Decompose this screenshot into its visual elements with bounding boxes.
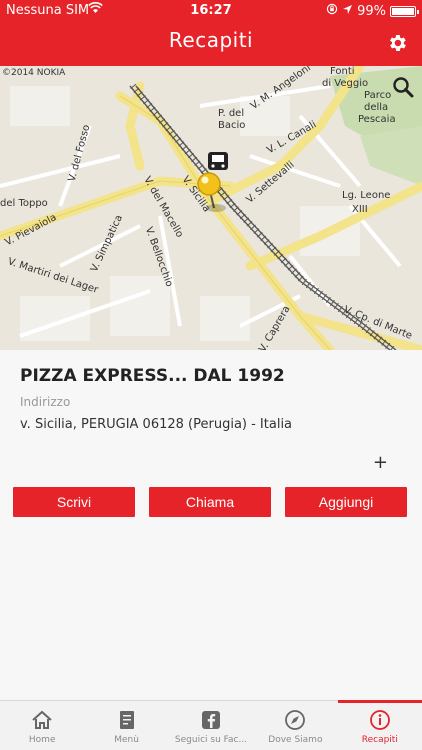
contact-section: PIZZA EXPRESS... DAL 1992 Indirizzo v. S… bbox=[0, 350, 422, 700]
home-icon bbox=[31, 709, 53, 731]
expand-plus-icon[interactable]: + bbox=[373, 452, 388, 473]
address-label: Indirizzo bbox=[20, 395, 71, 409]
map-label: P. del bbox=[218, 108, 245, 119]
tab-location[interactable]: Dove Siamo bbox=[253, 701, 337, 750]
address-text: v. Sicilia, PERUGIA 06128 (Perugia) - It… bbox=[20, 417, 293, 432]
map-copyright: ©2014 NOKIA bbox=[2, 68, 66, 78]
compass-icon bbox=[284, 709, 306, 731]
tab-facebook[interactable]: Seguici su Fac... bbox=[169, 701, 253, 750]
tab-home[interactable]: Home bbox=[0, 701, 84, 750]
menu-book-icon bbox=[116, 709, 138, 731]
tab-menu[interactable]: Menù bbox=[84, 701, 168, 750]
business-name: PIZZA EXPRESS... DAL 1992 bbox=[20, 366, 285, 386]
map-label: della bbox=[364, 102, 389, 113]
status-right: 99% bbox=[326, 3, 419, 19]
map-label: Lg. Leone bbox=[342, 190, 391, 201]
gear-icon[interactable] bbox=[386, 32, 408, 54]
page-title: Recapiti bbox=[168, 28, 254, 52]
tab-label: Home bbox=[28, 735, 56, 745]
write-button[interactable]: Scrivi bbox=[13, 487, 135, 517]
info-icon bbox=[369, 709, 391, 731]
tab-label: Recapiti bbox=[361, 735, 398, 745]
location-arrow-icon bbox=[342, 4, 353, 19]
rotation-lock-icon bbox=[326, 3, 338, 19]
battery-percent: 99% bbox=[357, 3, 386, 19]
battery-icon bbox=[390, 5, 419, 17]
call-button[interactable]: Chiama bbox=[149, 487, 271, 517]
app-screen: Nessuna SIM 16:27 99% Recapiti ©2014 NOK… bbox=[0, 0, 422, 750]
location-map[interactable]: ©2014 NOKIA Fonti di Veggio Parco della … bbox=[0, 66, 422, 350]
tab-bar: Home Menù Seguici su Fac... Dove Siamo R… bbox=[0, 700, 422, 750]
map-label: del Toppo bbox=[0, 198, 48, 209]
status-bar: Nessuna SIM 16:27 99% bbox=[0, 0, 422, 22]
top-bar: Nessuna SIM 16:27 99% Recapiti bbox=[0, 0, 422, 66]
tab-label: Dove Siamo bbox=[268, 735, 323, 745]
tab-label: Menù bbox=[114, 735, 139, 745]
facebook-icon bbox=[200, 709, 222, 731]
tab-contacts[interactable]: Recapiti bbox=[337, 700, 422, 750]
map-label: Parco bbox=[364, 90, 392, 101]
map-label: XIII bbox=[352, 204, 368, 215]
map-label: di Veggio bbox=[322, 78, 369, 89]
tab-label: Seguici su Fac... bbox=[174, 735, 248, 745]
zoom-icon[interactable] bbox=[390, 74, 416, 100]
map-label: Fonti bbox=[330, 66, 355, 77]
map-label: Pescaia bbox=[358, 114, 396, 125]
map-label: Bacio bbox=[218, 120, 246, 131]
add-contact-button[interactable]: Aggiungi bbox=[285, 487, 407, 517]
